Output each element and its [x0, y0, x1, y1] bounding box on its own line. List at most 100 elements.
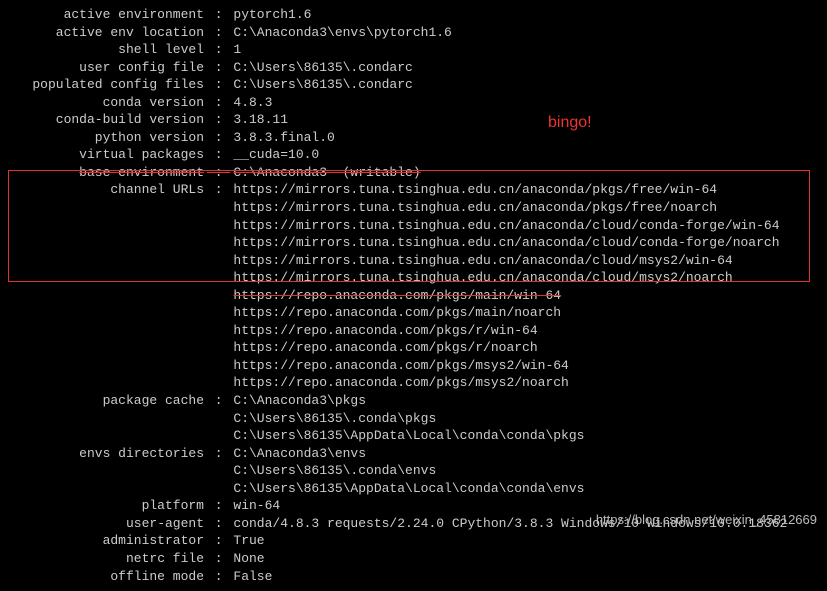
- output-line: https://mirrors.tuna.tsinghua.edu.cn/ana…: [4, 269, 823, 287]
- field-label: [4, 462, 204, 480]
- separator: :: [204, 59, 233, 77]
- output-line: C:\Users\86135\.conda\pkgs: [4, 410, 823, 428]
- output-line: C:\Users\86135\AppData\Local\conda\conda…: [4, 427, 823, 445]
- output-line: https://repo.anaconda.com/pkgs/main/noar…: [4, 304, 823, 322]
- field-value: https://mirrors.tuna.tsinghua.edu.cn/ana…: [233, 234, 779, 252]
- separator: :: [204, 146, 233, 164]
- output-line: https://repo.anaconda.com/pkgs/msys2/noa…: [4, 374, 823, 392]
- field-value: C:\Users\86135\.condarc: [233, 59, 412, 77]
- separator: [204, 480, 233, 498]
- output-line: conda version : 4.8.3: [4, 94, 823, 112]
- separator: [204, 374, 233, 392]
- separator: [204, 252, 233, 270]
- field-value: https://repo.anaconda.com/pkgs/r/noarch: [233, 339, 537, 357]
- separator: :: [204, 550, 233, 568]
- output-line: shell level : 1: [4, 41, 823, 59]
- output-line: C:\Users\86135\.conda\envs: [4, 462, 823, 480]
- field-value: __cuda=10.0: [233, 146, 319, 164]
- output-line: https://repo.anaconda.com/pkgs/main/win-…: [4, 287, 823, 305]
- field-label: python version: [4, 129, 204, 147]
- field-label: [4, 374, 204, 392]
- field-value: C:\Anaconda3\pkgs: [233, 392, 366, 410]
- output-line: https://repo.anaconda.com/pkgs/r/win-64: [4, 322, 823, 340]
- field-label: [4, 339, 204, 357]
- output-line: channel URLs : https://mirrors.tuna.tsin…: [4, 181, 823, 199]
- annotation-bingo: bingo!: [548, 112, 592, 134]
- output-line: active environment : pytorch1.6: [4, 6, 823, 24]
- field-label: [4, 480, 204, 498]
- separator: :: [204, 6, 233, 24]
- field-value: https://mirrors.tuna.tsinghua.edu.cn/ana…: [233, 217, 779, 235]
- field-label: [4, 287, 204, 305]
- separator: [204, 410, 233, 428]
- field-label: [4, 410, 204, 428]
- field-value: 1: [233, 41, 241, 59]
- output-line: conda-build version : 3.18.11: [4, 111, 823, 129]
- field-label: [4, 234, 204, 252]
- output-line: user config file : C:\Users\86135\.conda…: [4, 59, 823, 77]
- field-label: [4, 252, 204, 270]
- output-line: virtual packages : __cuda=10.0: [4, 146, 823, 164]
- output-line: active env location : C:\Anaconda3\envs\…: [4, 24, 823, 42]
- separator: [204, 234, 233, 252]
- output-line: C:\Users\86135\AppData\Local\conda\conda…: [4, 480, 823, 498]
- field-value: True: [233, 532, 264, 550]
- separator: :: [204, 76, 233, 94]
- separator: :: [204, 532, 233, 550]
- field-label: package cache: [4, 392, 204, 410]
- separator: :: [204, 392, 233, 410]
- output-line: https://mirrors.tuna.tsinghua.edu.cn/ana…: [4, 252, 823, 270]
- field-label: shell level: [4, 41, 204, 59]
- field-value: 4.8.3: [233, 94, 272, 112]
- field-label: virtual packages: [4, 146, 204, 164]
- field-value: https://mirrors.tuna.tsinghua.edu.cn/ana…: [233, 199, 717, 217]
- field-label: [4, 322, 204, 340]
- output-line: https://repo.anaconda.com/pkgs/msys2/win…: [4, 357, 823, 375]
- output-line: https://mirrors.tuna.tsinghua.edu.cn/ana…: [4, 199, 823, 217]
- field-label: user config file: [4, 59, 204, 77]
- field-label: [4, 199, 204, 217]
- field-label: administrator: [4, 532, 204, 550]
- separator: :: [204, 94, 233, 112]
- output-line: base environment : C:\Anaconda3 (writabl…: [4, 164, 823, 182]
- field-label: [4, 304, 204, 322]
- field-value: pytorch1.6: [233, 6, 311, 24]
- field-label: offline mode: [4, 568, 204, 586]
- output-line: envs directories : C:\Anaconda3\envs: [4, 445, 823, 463]
- output-line: populated config files : C:\Users\86135\…: [4, 76, 823, 94]
- field-value: False: [233, 568, 272, 586]
- separator: :: [204, 41, 233, 59]
- field-label: active env location: [4, 24, 204, 42]
- field-value: https://mirrors.tuna.tsinghua.edu.cn/ana…: [233, 252, 732, 270]
- output-line: package cache : C:\Anaconda3\pkgs: [4, 392, 823, 410]
- field-value: C:\Users\86135\.conda\envs: [233, 462, 436, 480]
- output-line: netrc file : None: [4, 550, 823, 568]
- field-label: [4, 269, 204, 287]
- field-value: C:\Users\86135\AppData\Local\conda\conda…: [233, 480, 584, 498]
- field-value: C:\Users\86135\.condarc: [233, 76, 412, 94]
- separator: [204, 287, 233, 305]
- separator: [204, 357, 233, 375]
- field-label: populated config files: [4, 76, 204, 94]
- output-line: python version : 3.8.3.final.0: [4, 129, 823, 147]
- field-value: https://repo.anaconda.com/pkgs/main/noar…: [233, 304, 561, 322]
- separator: :: [204, 111, 233, 129]
- separator: :: [204, 181, 233, 199]
- separator: [204, 217, 233, 235]
- output-line: https://mirrors.tuna.tsinghua.edu.cn/ana…: [4, 217, 823, 235]
- field-value: C:\Users\86135\AppData\Local\conda\conda…: [233, 427, 584, 445]
- field-label: platform: [4, 497, 204, 515]
- separator: :: [204, 24, 233, 42]
- separator: [204, 304, 233, 322]
- watermark-text: https://blog.csdn.net/weixin_45812669: [596, 511, 817, 529]
- separator: :: [204, 129, 233, 147]
- field-value: https://repo.anaconda.com/pkgs/msys2/noa…: [233, 374, 568, 392]
- field-value: 3.8.3.final.0: [233, 129, 334, 147]
- separator: [204, 339, 233, 357]
- separator: [204, 199, 233, 217]
- field-value: https://mirrors.tuna.tsinghua.edu.cn/ana…: [233, 181, 717, 199]
- field-value: 3.18.11: [233, 111, 288, 129]
- separator: [204, 427, 233, 445]
- field-label: conda version: [4, 94, 204, 112]
- separator: :: [204, 568, 233, 586]
